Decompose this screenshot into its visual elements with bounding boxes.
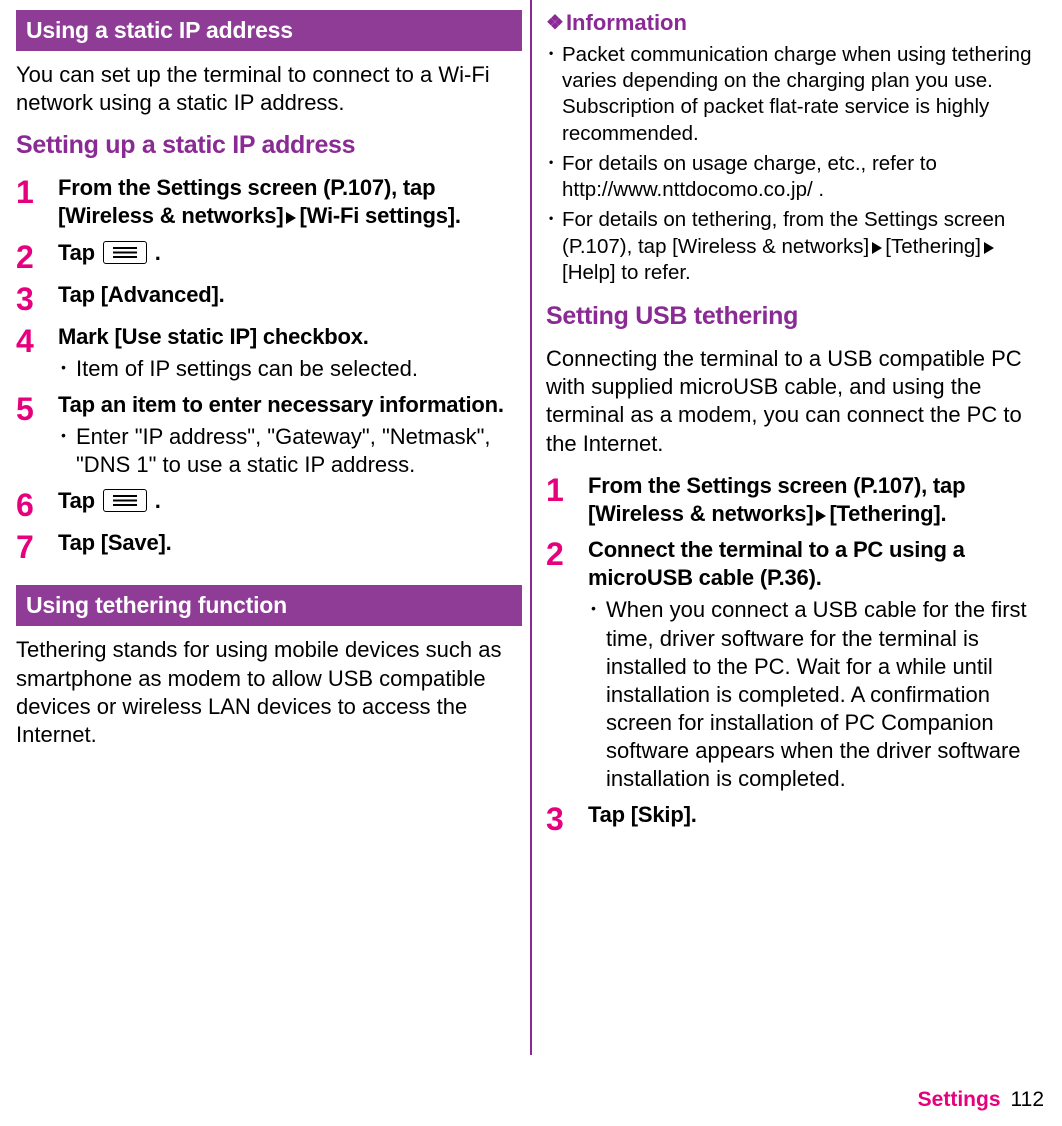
- triangle-icon: [984, 242, 994, 254]
- step: 2 Tap .: [16, 239, 522, 273]
- step-title: Tap [Skip].: [588, 801, 1046, 829]
- bullet-dot-icon: ･: [546, 151, 562, 203]
- step-body: From the Settings screen (P.107), tap [W…: [588, 472, 1046, 528]
- bullet-dot-icon: ･: [58, 355, 76, 383]
- section-heading-static-ip: Using a static IP address: [16, 10, 522, 51]
- step-body: Tap .: [58, 239, 522, 273]
- step-body: Tap [Skip].: [588, 801, 1046, 835]
- step-body: Tap .: [58, 487, 522, 521]
- info-bullet: ･ For details on usage charge, etc., ref…: [546, 151, 1046, 203]
- step-number: 3: [546, 801, 588, 835]
- info-bullet-text: For details on usage charge, etc., refer…: [562, 151, 1046, 203]
- step-body: Tap an item to enter necessary informati…: [58, 391, 522, 479]
- bullet-dot-icon: ･: [58, 423, 76, 479]
- step: 4 Mark [Use static IP] checkbox. ･ Item …: [16, 323, 522, 383]
- step-number: 5: [16, 391, 58, 479]
- step-body: Tap [Advanced].: [58, 281, 522, 315]
- step: 3 Tap [Advanced].: [16, 281, 522, 315]
- step-number: 1: [546, 472, 588, 528]
- step: 1 From the Settings screen (P.107), tap …: [16, 174, 522, 230]
- info-text: [Tethering]: [885, 235, 981, 258]
- step: 5 Tap an item to enter necessary informa…: [16, 391, 522, 479]
- step-number: 3: [16, 281, 58, 315]
- information-heading-text: Information: [566, 10, 687, 35]
- step-title: Tap an item to enter necessary informati…: [58, 391, 522, 419]
- bullet-dot-icon: ･: [588, 596, 606, 793]
- info-text: [Help] to refer.: [562, 261, 691, 284]
- steps-static-ip: 1 From the Settings screen (P.107), tap …: [16, 174, 522, 563]
- page-footer: Settings 112: [918, 1088, 1044, 1112]
- bullet-text: Item of IP settings can be selected.: [76, 355, 522, 383]
- section-heading-tethering: Using tethering function: [16, 585, 522, 626]
- intro-static-ip: You can set up the terminal to connect t…: [16, 61, 522, 117]
- intro-tethering: Tethering stands for using mobile device…: [16, 636, 522, 749]
- bullet-text: When you connect a USB cable for the fir…: [606, 596, 1046, 793]
- triangle-icon: [286, 212, 296, 224]
- right-column: ❖Information ･ Packet communication char…: [532, 0, 1062, 1055]
- step-body: Tap [Save].: [58, 529, 522, 563]
- left-column: Using a static IP address You can set up…: [0, 0, 530, 1055]
- step-text: [Tethering].: [829, 501, 946, 526]
- page-columns: Using a static IP address You can set up…: [0, 0, 1062, 1055]
- menu-icon: [103, 489, 147, 512]
- info-bullet: ･ For details on tethering, from the Set…: [546, 207, 1046, 286]
- step-title: From the Settings screen (P.107), tap [W…: [58, 174, 522, 230]
- triangle-icon: [872, 242, 882, 254]
- steps-usb-tethering: 1 From the Settings screen (P.107), tap …: [546, 472, 1046, 836]
- subheading-setup-static-ip: Setting up a static IP address: [16, 131, 522, 160]
- bullet-dot-icon: ･: [546, 42, 562, 147]
- step: 3 Tap [Skip].: [546, 801, 1046, 835]
- step-body: From the Settings screen (P.107), tap [W…: [58, 174, 522, 230]
- step-title: Tap .: [58, 487, 522, 515]
- step-body: Mark [Use static IP] checkbox. ･ Item of…: [58, 323, 522, 383]
- step-bullet: ･ Item of IP settings can be selected.: [58, 355, 522, 383]
- step-number: 4: [16, 323, 58, 383]
- bullet-text: Enter "IP address", "Gateway", "Netmask"…: [76, 423, 522, 479]
- footer-section-label: Settings: [918, 1088, 1001, 1111]
- subheading-usb-tethering: Setting USB tethering: [546, 302, 1046, 331]
- step-text: Tap: [58, 240, 101, 265]
- step-number: 6: [16, 487, 58, 521]
- bullet-dot-icon: ･: [546, 207, 562, 286]
- step: 7 Tap [Save].: [16, 529, 522, 563]
- step-number: 1: [16, 174, 58, 230]
- information-heading: ❖Information: [546, 10, 1046, 36]
- info-bullet-text: Packet communication charge when using t…: [562, 42, 1046, 147]
- step-text: .: [149, 240, 161, 265]
- step: 6 Tap .: [16, 487, 522, 521]
- step-bullet: ･ When you connect a USB cable for the f…: [588, 596, 1046, 793]
- step: 1 From the Settings screen (P.107), tap …: [546, 472, 1046, 528]
- step: 2 Connect the terminal to a PC using a m…: [546, 536, 1046, 793]
- step-text: [Wi-Fi settings].: [299, 203, 460, 228]
- step-title: Tap [Save].: [58, 529, 522, 557]
- step-title: Tap .: [58, 239, 522, 267]
- menu-icon: [103, 241, 147, 264]
- triangle-icon: [816, 510, 826, 522]
- step-text: .: [149, 488, 161, 513]
- step-number: 2: [546, 536, 588, 793]
- info-bullet: ･ Packet communication charge when using…: [546, 42, 1046, 147]
- step-number: 2: [16, 239, 58, 273]
- diamond-icon: ❖: [546, 10, 564, 35]
- info-bullet-text: For details on tethering, from the Setti…: [562, 207, 1046, 286]
- step-text: Tap: [58, 488, 101, 513]
- step-body: Connect the terminal to a PC using a mic…: [588, 536, 1046, 793]
- step-title: Mark [Use static IP] checkbox.: [58, 323, 522, 351]
- step-title: Connect the terminal to a PC using a mic…: [588, 536, 1046, 592]
- step-title: From the Settings screen (P.107), tap [W…: [588, 472, 1046, 528]
- step-number: 7: [16, 529, 58, 563]
- step-title: Tap [Advanced].: [58, 281, 522, 309]
- intro-usb-tethering: Connecting the terminal to a USB compati…: [546, 345, 1046, 458]
- step-bullet: ･ Enter "IP address", "Gateway", "Netmas…: [58, 423, 522, 479]
- footer-page-number: 112: [1011, 1088, 1044, 1111]
